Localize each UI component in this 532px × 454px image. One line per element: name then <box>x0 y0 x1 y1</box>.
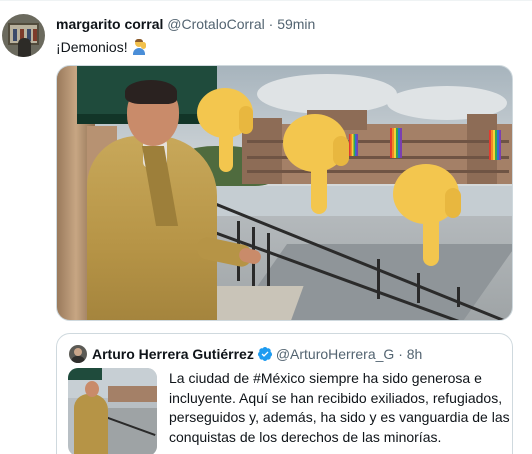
quoted-tweet-header: Arturo Herrera Gutiérrez @ArturoHerrera_G… <box>92 346 422 364</box>
quoted-tweet[interactable]: Arturo Herrera Gutiérrez @ArturoHerrera_G… <box>56 333 513 454</box>
quoted-avatar[interactable] <box>69 345 87 363</box>
tweet-text-content: ¡Demonios! <box>56 39 128 55</box>
timestamp[interactable]: 59min <box>277 16 315 32</box>
quoted-text-line: conquistas de los derechos de las minorí… <box>169 428 442 445</box>
tweet-header: margarito corral @CrotaloCorral · 59min <box>56 16 315 34</box>
handle[interactable]: @CrotaloCorral <box>167 16 264 32</box>
quoted-text-line: perseguidos y, además, ha sido y es vang… <box>169 409 510 426</box>
quoted-tweet-text: La ciudad de #México siempre ha sido gen… <box>169 369 510 454</box>
person-facepalming-emoji-icon <box>131 39 147 55</box>
quoted-text-line: La ciudad de #México siempre ha sido gen… <box>169 370 482 386</box>
quoted-handle[interactable]: @ArturoHerrera_G <box>276 346 394 362</box>
quoted-text-line: ... <box>169 447 504 454</box>
display-name[interactable]: margarito corral <box>56 16 163 32</box>
tweet-text: ¡Demonios! <box>56 39 147 55</box>
quoted-timestamp[interactable]: 8h <box>407 346 423 362</box>
pointing-down-hand-emoji-icon <box>283 114 353 214</box>
tweet[interactable]: margarito corral @CrotaloCorral · 59min … <box>0 0 532 454</box>
pointing-down-hand-emoji-icon <box>393 164 463 268</box>
quoted-display-name[interactable]: Arturo Herrera Gutiérrez <box>92 346 254 362</box>
separator: · <box>268 16 274 32</box>
verified-badge-icon <box>257 346 273 362</box>
quoted-tweet-thumbnail[interactable] <box>68 368 157 454</box>
pointing-down-hand-emoji-icon <box>197 88 257 174</box>
avatar-figure <box>18 38 31 57</box>
quoted-separator: · <box>398 346 403 362</box>
quoted-text-line: incluyente. Aquí se han recibido exiliad… <box>169 389 503 406</box>
tweet-photo[interactable] <box>56 65 513 321</box>
avatar[interactable] <box>2 14 45 57</box>
